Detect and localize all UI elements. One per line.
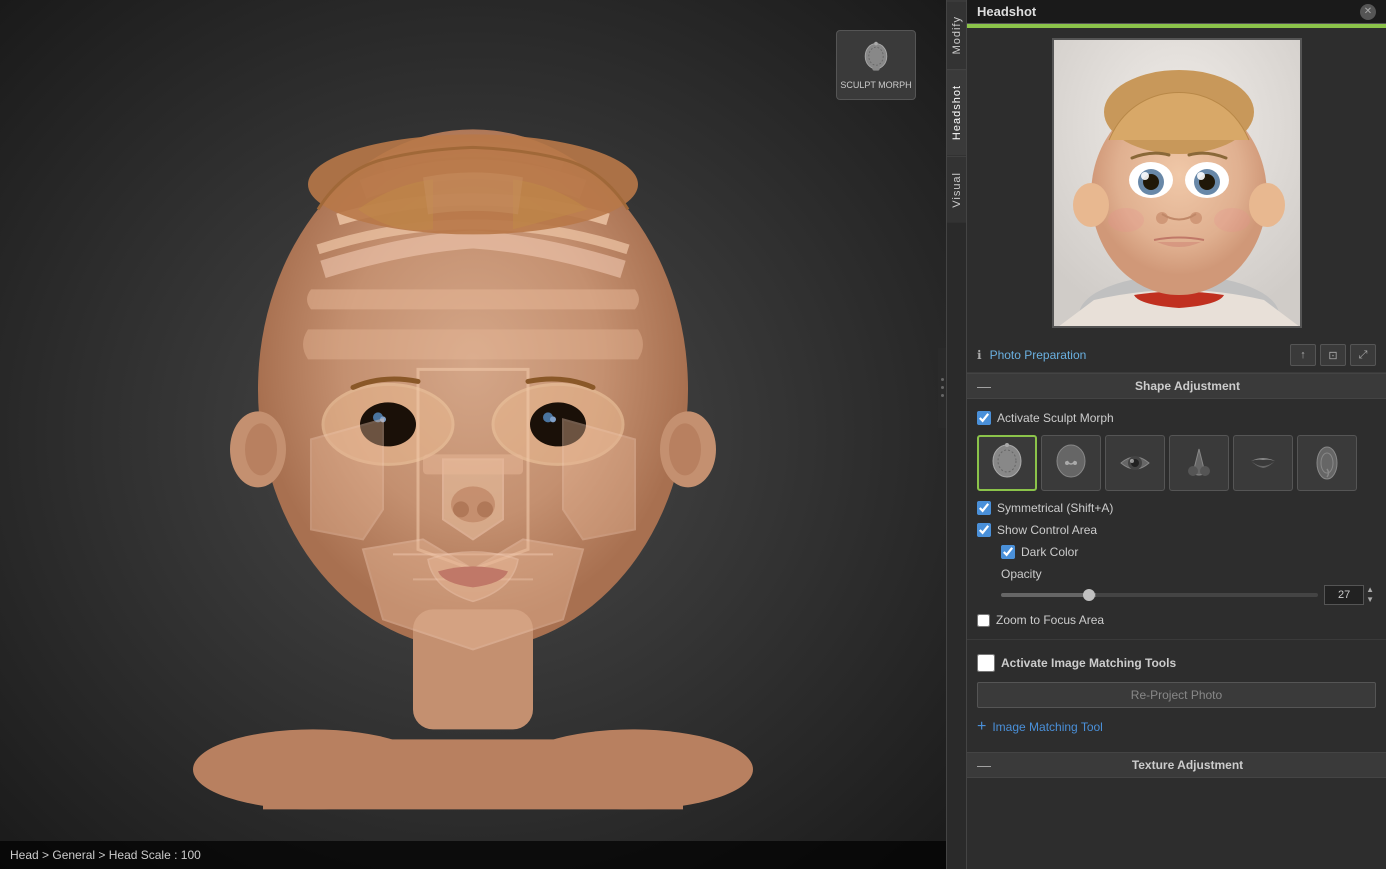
tab-headshot[interactable]: Headshot: [947, 69, 966, 155]
zoom-focus-row: Zoom to Focus Area: [977, 609, 1376, 631]
dark-color-label: Dark Color: [1021, 545, 1078, 559]
morph-btn-nose[interactable]: [1169, 435, 1229, 491]
morph-btn-ear[interactable]: [1297, 435, 1357, 491]
fit-icon-btn[interactable]: ⊡: [1320, 344, 1346, 366]
opacity-value-display: 27: [1324, 585, 1364, 605]
symmetrical-row: Symmetrical (Shift+A): [977, 497, 1376, 519]
symmetrical-label: Symmetrical (Shift+A): [997, 501, 1113, 515]
photo-prep-link[interactable]: Photo Preparation: [990, 348, 1282, 362]
opacity-spinners[interactable]: ▲ ▼: [1364, 585, 1376, 605]
photo-toolbar: ℹ Photo Preparation ↑ ⊡ ⤢: [967, 338, 1386, 373]
opacity-label: Opacity: [1001, 567, 1376, 581]
add-tool-plus: +: [977, 718, 986, 736]
show-control-area-label: Show Control Area: [997, 523, 1097, 537]
close-button[interactable]: ✕: [1360, 4, 1376, 20]
activate-image-matching-checkbox[interactable]: [977, 654, 995, 672]
right-panel: Headshot ✕: [966, 0, 1386, 869]
add-tool-row[interactable]: + Image Matching Tool: [977, 714, 1376, 740]
expand-icon-btn[interactable]: ⤢: [1350, 344, 1376, 366]
re-project-button[interactable]: Re-Project Photo: [977, 682, 1376, 708]
sidebar-tabs: Modify Headshot Visual: [946, 0, 966, 869]
morph-btn-face[interactable]: [1041, 435, 1101, 491]
sculpt-morph-button[interactable]: SCULPT MORPH: [836, 30, 916, 100]
shape-collapse-btn[interactable]: —: [977, 378, 991, 394]
morph-btn-eye[interactable]: [1105, 435, 1165, 491]
viewport: SCULPT MORPH: [0, 0, 946, 869]
opacity-slider[interactable]: [1001, 593, 1318, 597]
panel-title-bar: Headshot ✕: [967, 0, 1386, 24]
activate-image-matching-row: Activate Image Matching Tools: [977, 650, 1376, 676]
opacity-value-container: 27 ▲ ▼: [1324, 585, 1376, 605]
show-control-area-row: Show Control Area: [977, 519, 1376, 541]
status-text: Head > General > Head Scale : 100: [10, 848, 201, 862]
dark-color-checkbox[interactable]: [1001, 545, 1015, 559]
baby-face-display: [163, 89, 783, 809]
photo-toolbar-icons: ↑ ⊡ ⤢: [1290, 344, 1376, 366]
tab-modify[interactable]: Modify: [947, 0, 966, 69]
shape-adjustment-header: — Shape Adjustment: [967, 373, 1386, 399]
info-icon[interactable]: ℹ: [977, 348, 982, 362]
activate-sculpt-morph-label: Activate Sculpt Morph: [997, 411, 1114, 425]
tab-visual[interactable]: Visual: [947, 156, 966, 223]
panel-resize-handle[interactable]: [938, 348, 946, 428]
morph-btn-head[interactable]: [977, 435, 1037, 491]
main-layout: SCULPT MORPH: [0, 0, 1386, 869]
add-tool-label: Image Matching Tool: [992, 720, 1103, 734]
dark-color-row: Dark Color: [1001, 541, 1376, 563]
activate-sculpt-morph-row: Activate Sculpt Morph: [977, 407, 1376, 429]
zoom-focus-label: Zoom to Focus Area: [996, 613, 1104, 627]
symmetrical-checkbox[interactable]: [977, 501, 991, 515]
shape-adjustment-title: Shape Adjustment: [999, 379, 1376, 393]
panel-title: Headshot: [977, 4, 1036, 19]
activate-sculpt-morph-checkbox[interactable]: [977, 411, 991, 425]
opacity-up-arrow[interactable]: ▲: [1364, 585, 1376, 595]
photo-area: [967, 28, 1386, 338]
status-bar: Head > General > Head Scale : 100: [0, 841, 946, 869]
morph-btn-lips[interactable]: [1233, 435, 1293, 491]
morph-type-buttons: [977, 429, 1376, 497]
opacity-down-arrow[interactable]: ▼: [1364, 595, 1376, 605]
zoom-focus-checkbox[interactable]: [977, 614, 990, 627]
shape-adjustment-content: Activate Sculpt Morph: [967, 399, 1386, 639]
upload-icon-btn[interactable]: ↑: [1290, 344, 1316, 366]
activate-image-matching-label: Activate Image Matching Tools: [1001, 656, 1176, 670]
opacity-slider-row: 27 ▲ ▼: [1001, 585, 1376, 605]
sculpt-morph-label: SCULPT MORPH: [840, 80, 911, 90]
show-control-area-checkbox[interactable]: [977, 523, 991, 537]
texture-adjustment-header: — Texture Adjustment: [967, 752, 1386, 778]
texture-collapse-btn[interactable]: —: [977, 757, 991, 773]
image-matching-section: Activate Image Matching Tools Re-Project…: [967, 639, 1386, 748]
texture-adjustment-title: Texture Adjustment: [999, 758, 1376, 772]
opacity-row: Opacity 27 ▲ ▼: [1001, 563, 1376, 609]
dark-color-section: Dark Color Opacity 27 ▲ ▼: [977, 541, 1376, 609]
photo-frame: [1052, 38, 1302, 328]
